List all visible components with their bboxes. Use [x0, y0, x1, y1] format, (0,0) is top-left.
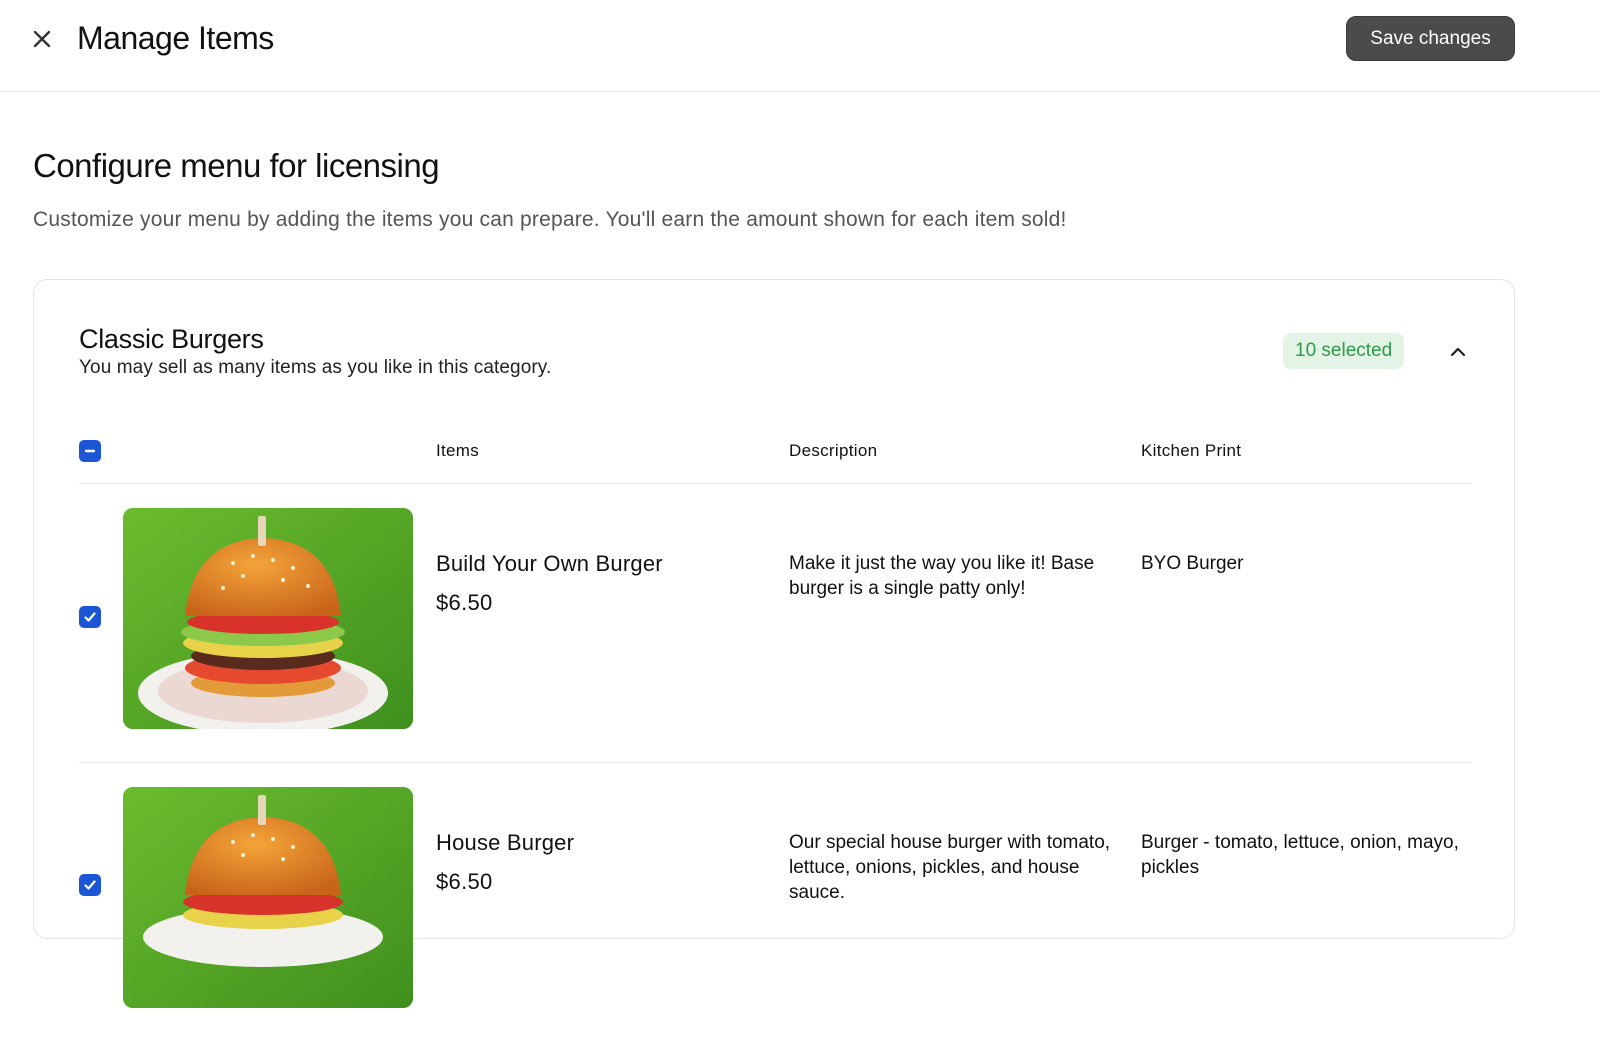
- section-title: Configure menu for licensing: [33, 147, 440, 184]
- minus-icon: [84, 449, 96, 453]
- burger-photo: [123, 508, 413, 729]
- item-description: Our special house burger with tomato, le…: [789, 832, 1111, 903]
- burger-photo: [123, 787, 413, 1008]
- save-changes-button[interactable]: Save changes: [1346, 16, 1515, 61]
- item-price: $6.50: [436, 590, 493, 615]
- column-header-description: Description: [789, 441, 878, 460]
- row-checkbox[interactable]: [79, 606, 101, 628]
- close-icon: [33, 30, 51, 48]
- chevron-up-icon: [1450, 347, 1466, 357]
- collapse-category-button[interactable]: [1446, 340, 1470, 364]
- table-header: Items Description Kitchen Print: [79, 440, 1472, 484]
- category-card: Classic Burgers You may sell as many ite…: [33, 279, 1515, 1008]
- item-price: $6.50: [436, 869, 493, 894]
- item-image: [123, 787, 413, 1008]
- select-all-checkbox[interactable]: [79, 440, 101, 462]
- check-icon: [84, 612, 96, 622]
- item-name: House Burger: [436, 830, 575, 855]
- row-checkbox[interactable]: [79, 874, 101, 896]
- close-button[interactable]: [28, 25, 56, 53]
- category-subtitle: You may sell as many items as you like i…: [79, 357, 552, 378]
- column-header-items: Items: [436, 441, 480, 460]
- table-row: House Burger $6.50 Our special house bur…: [79, 764, 1472, 1042]
- item-kitchen-print: BYO Burger: [1141, 553, 1244, 574]
- item-image: [123, 508, 413, 729]
- column-header-kitchen-print: Kitchen Print: [1141, 441, 1242, 460]
- table-row: Build Your Own Burger $6.50 Make it just…: [79, 485, 1472, 763]
- item-kitchen-print: Burger - tomato, lettuce, onion, mayo, p…: [1141, 832, 1459, 878]
- item-name: Build Your Own Burger: [436, 551, 663, 576]
- selected-count-badge: 10 selected: [1283, 333, 1405, 369]
- section-subtitle: Customize your menu by adding the items …: [33, 208, 1067, 231]
- check-icon: [84, 880, 96, 890]
- item-description: Make it just the way you like it! Base b…: [789, 553, 1095, 599]
- top-bar: Manage Items Save changes: [0, 0, 1600, 92]
- page-title: Manage Items: [77, 20, 274, 56]
- category-title: Classic Burgers: [79, 324, 264, 354]
